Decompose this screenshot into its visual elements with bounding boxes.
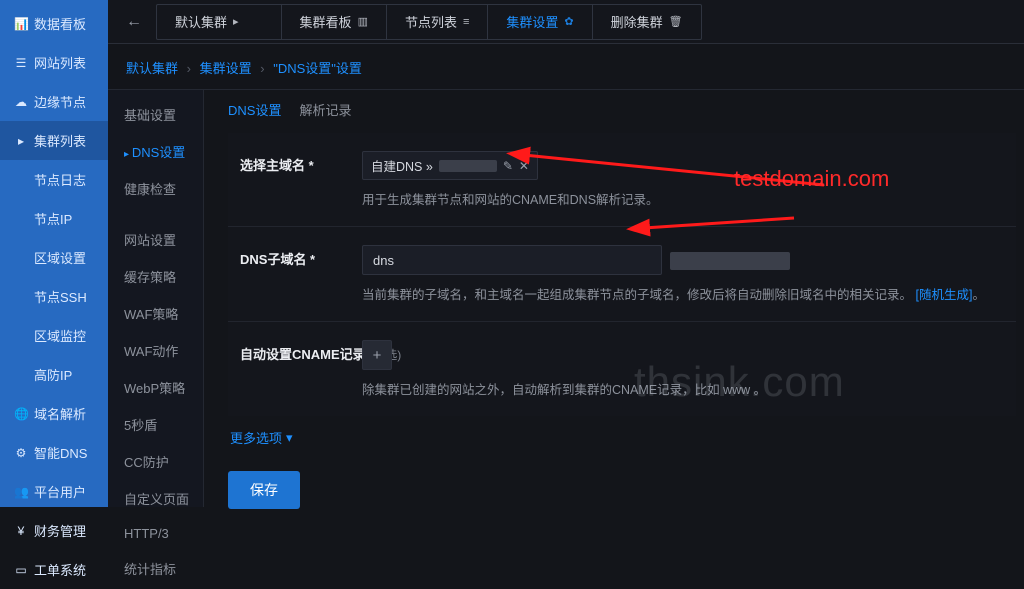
random-generate-link[interactable]: [随机生成] [916, 288, 973, 302]
list-icon: ≡ [463, 16, 469, 28]
subnav-site-settings[interactable]: 网站设置 [108, 221, 203, 258]
nav-edge-nodes[interactable]: ☁边缘节点 [0, 82, 108, 121]
help-dns-subdomain: 当前集群的子域名，和主域名一起组成集群节点的子域名，修改后将自动删除旧域名中的相… [362, 285, 998, 305]
label-select-domain: 选择主域名 * [240, 151, 352, 174]
save-button[interactable]: 保存 [228, 471, 300, 509]
nav-region-monitor[interactable]: 区域监控 [0, 316, 108, 355]
subnav-webp[interactable]: WebP策略 [108, 369, 203, 406]
nav-platform-users[interactable]: 👥平台用户 [0, 472, 108, 511]
tab-node-list[interactable]: 节点列表≡ [386, 5, 487, 39]
tab-default-cluster[interactable]: 默认集群 ▸ [157, 5, 257, 39]
close-icon[interactable]: ✕ [519, 159, 529, 173]
tab-cluster-dashboard[interactable]: 集群看板▥ [281, 5, 386, 39]
inner-tab-records[interactable]: 解析记录 [299, 100, 351, 119]
help-auto-cname: 除集群已创建的网站之外，自动解析到集群的CNAME记录，比如 www 。 [362, 380, 998, 400]
nav-high-defense-ip[interactable]: 高防IP [0, 355, 108, 394]
breadcrumb: 默认集群 › 集群设置 › "DNS设置"设置 [108, 44, 1024, 90]
chevron-right-icon: ▸ [14, 134, 28, 148]
subnav-health[interactable]: 健康检查 [108, 170, 203, 207]
label-dns-subdomain: DNS子域名 * [240, 245, 352, 268]
row-select-domain: 选择主域名 * 自建DNS » ✎ ✕ 用于生成集群节点和网站的CNAME和DN… [228, 133, 1016, 227]
dashboard-icon: 📊 [14, 17, 28, 31]
subnav-custom-page[interactable]: 自定义页面 [108, 480, 203, 517]
chevron-down-icon: ▾ [286, 430, 293, 446]
tab-cluster-settings[interactable]: 集群设置✿ [487, 5, 591, 39]
ticket-icon: ▭ [14, 563, 28, 577]
redacted-suffix [670, 252, 790, 270]
label-auto-cname: 自动设置CNAME记录 (可选) [240, 340, 352, 363]
users-icon: 👥 [14, 485, 28, 499]
subnav-dns[interactable]: DNS设置 [108, 133, 203, 170]
crumb-settings[interactable]: 集群设置 [200, 61, 252, 76]
list-icon: ☰ [14, 56, 28, 70]
subnav-basic[interactable]: 基础设置 [108, 96, 203, 133]
nav-cluster-list[interactable]: ▸集群列表 [0, 121, 108, 160]
trash-icon: 🗑 [669, 15, 683, 28]
subnav-stats[interactable]: 统计指标 [108, 550, 203, 587]
nav-smart-dns[interactable]: ⚙智能DNS [0, 433, 108, 472]
crumb-dns-settings[interactable]: "DNS设置"设置 [273, 61, 362, 76]
cluster-tab-group: 默认集群 ▸ 集群看板▥ 节点列表≡ 集群设置✿ 删除集群🗑 [156, 4, 702, 40]
subnav-5sec[interactable]: 5秒盾 [108, 406, 203, 443]
subnav-cache[interactable]: 缓存策略 [108, 258, 203, 295]
globe-icon: 🌐 [14, 407, 28, 421]
subnav-waf-action[interactable]: WAF动作 [108, 332, 203, 369]
content-area: DNS设置 解析记录 选择主域名 * 自建DNS » ✎ ✕ [204, 90, 1024, 507]
nav-node-ssh[interactable]: 节点SSH [0, 277, 108, 316]
nav-ticket-system[interactable]: ▭工单系统 [0, 550, 108, 589]
inner-tabs: DNS设置 解析记录 [228, 100, 1016, 129]
row-auto-cname: 自动设置CNAME记录 (可选) + 除集群已创建的网站之外，自动解析到集群的C… [228, 322, 1016, 416]
crumb-cluster[interactable]: 默认集群 [126, 61, 178, 76]
nav-finance[interactable]: ¥财务管理 [0, 511, 108, 550]
cloud-icon: ☁ [14, 95, 28, 109]
redacted-domain [439, 160, 497, 172]
nav-dns-resolve[interactable]: 🌐域名解析 [0, 394, 108, 433]
more-options-toggle[interactable]: 更多选项 ▾ [228, 416, 1016, 459]
help-select-domain: 用于生成集群节点和网站的CNAME和DNS解析记录。 [362, 190, 998, 210]
yen-icon: ¥ [14, 524, 28, 538]
subnav-http3[interactable]: HTTP/3 [108, 517, 203, 550]
main-nav: 📊数据看板 ☰网站列表 ☁边缘节点 ▸集群列表 节点日志 节点IP 区域设置 节… [0, 0, 108, 507]
edit-icon[interactable]: ✎ [503, 159, 513, 173]
dns-subdomain-input[interactable] [362, 245, 662, 275]
row-dns-subdomain: DNS子域名 * 当前集群的子域名，和主域名一起组成集群节点的子域名，修改后将自… [228, 227, 1016, 322]
nav-site-list[interactable]: ☰网站列表 [0, 43, 108, 82]
nav-data-dashboard[interactable]: 📊数据看板 [0, 4, 108, 43]
tab-delete-cluster[interactable]: 删除集群🗑 [592, 5, 701, 39]
add-cname-button[interactable]: + [362, 340, 392, 370]
gear-icon: ⚙ [14, 446, 28, 460]
back-button[interactable]: ← [116, 13, 152, 31]
gear-icon: ✿ [564, 15, 573, 28]
chevron-right-icon: ▸ [233, 15, 239, 28]
nav-region-settings[interactable]: 区域设置 [0, 238, 108, 277]
top-tab-bar: ← 默认集群 ▸ 集群看板▥ 节点列表≡ 集群设置✿ 删除集群🗑 [108, 0, 1024, 44]
subnav-waf-policy[interactable]: WAF策略 [108, 295, 203, 332]
subnav-cc[interactable]: CC防护 [108, 443, 203, 480]
domain-chip[interactable]: 自建DNS » ✎ ✕ [362, 151, 538, 180]
chart-icon: ▥ [358, 15, 368, 28]
inner-tab-dns[interactable]: DNS设置 [228, 100, 281, 119]
settings-subnav: 基础设置 DNS设置 健康检查 网站设置 缓存策略 WAF策略 WAF动作 We… [108, 90, 204, 507]
nav-node-log[interactable]: 节点日志 [0, 160, 108, 199]
nav-node-ip[interactable]: 节点IP [0, 199, 108, 238]
